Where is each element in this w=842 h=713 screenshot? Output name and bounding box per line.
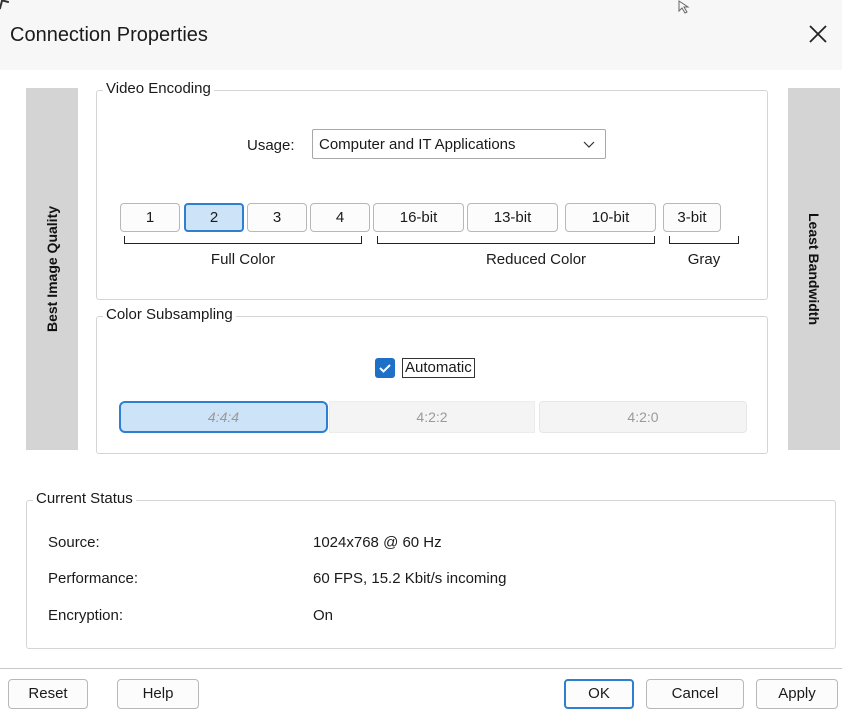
checkmark-icon — [379, 364, 391, 373]
automatic-label[interactable]: Automatic — [402, 358, 475, 378]
source-label: Source: — [48, 534, 100, 551]
footer-divider — [0, 668, 842, 669]
encryption-label: Encryption: — [48, 607, 124, 624]
quality-button-10bit[interactable]: 10-bit — [565, 203, 656, 232]
help-button[interactable]: Help — [117, 679, 199, 709]
current-status-title: Current Status — [33, 490, 136, 507]
least-bandwidth-label: Least Bandwidth — [806, 212, 822, 326]
full-color-bracket — [124, 236, 362, 244]
quality-button-1[interactable]: 1 — [120, 203, 180, 232]
quality-button-13bit[interactable]: 13-bit — [467, 203, 558, 232]
reset-button[interactable]: Reset — [8, 679, 88, 709]
video-encoding-title: Video Encoding — [103, 80, 214, 97]
performance-value: 60 FPS, 15.2 Kbit/s incoming — [313, 570, 507, 587]
best-image-quality-label: Best Image Quality — [44, 205, 60, 333]
least-bandwidth-bar: Least Bandwidth — [788, 88, 840, 450]
reduced-color-bracket — [377, 236, 655, 244]
best-image-quality-bar: Best Image Quality — [26, 88, 78, 450]
performance-label: Performance: — [48, 570, 139, 587]
mouse-cursor-icon — [678, 0, 690, 14]
cancel-button[interactable]: Cancel — [646, 679, 744, 709]
usage-label: Usage: — [247, 137, 295, 154]
close-icon[interactable] — [804, 20, 832, 48]
subsampling-option-422[interactable]: 4:2:2 — [329, 401, 535, 433]
title-bar: Connection Properties — [0, 0, 842, 70]
current-status-group: Current Status Source: 1024x768 @ 60 Hz … — [26, 490, 836, 649]
ok-button[interactable]: OK — [564, 679, 634, 709]
video-encoding-group: Video Encoding Usage: Computer and IT Ap… — [96, 80, 768, 300]
subsampling-option-444[interactable]: 4:4:4 — [119, 401, 328, 433]
apply-button[interactable]: Apply — [756, 679, 838, 709]
quality-button-4[interactable]: 4 — [310, 203, 370, 232]
quality-button-16bit[interactable]: 16-bit — [373, 203, 464, 232]
quality-button-3bit[interactable]: 3-bit — [663, 203, 721, 232]
subsampling-option-420[interactable]: 4:2:0 — [539, 401, 747, 433]
window-title: Connection Properties — [10, 24, 208, 46]
reduced-color-label: Reduced Color — [485, 251, 587, 268]
usage-value: Computer and IT Applications — [319, 136, 516, 153]
gray-bracket — [669, 236, 739, 244]
full-color-label: Full Color — [210, 251, 276, 268]
color-subsampling-group: Color Subsampling Automatic 4:4:4 4:2:2 … — [96, 306, 768, 454]
color-subsampling-title: Color Subsampling — [103, 306, 236, 323]
usage-dropdown[interactable]: Computer and IT Applications — [312, 129, 606, 159]
source-value: 1024x768 @ 60 Hz — [313, 534, 442, 551]
quality-button-3[interactable]: 3 — [247, 203, 307, 232]
automatic-checkbox[interactable] — [375, 358, 395, 378]
quality-button-2[interactable]: 2 — [184, 203, 244, 232]
gray-label: Gray — [687, 251, 721, 268]
window-corner-mark — [0, 0, 10, 11]
chevron-down-icon — [583, 141, 595, 148]
encryption-value: On — [313, 607, 334, 624]
